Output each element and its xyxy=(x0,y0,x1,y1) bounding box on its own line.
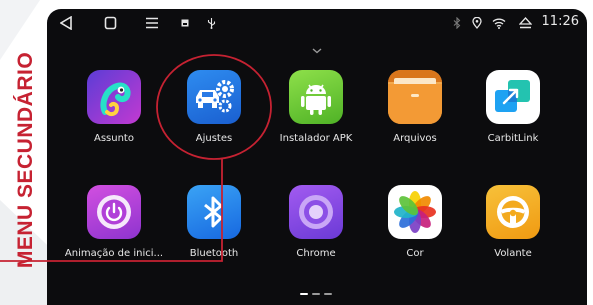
app-label: Assunto xyxy=(94,133,134,144)
device-screen: 11:26 Assunto Ajustes Instalador APK Arq… xyxy=(47,9,587,305)
carbitlink-icon xyxy=(486,70,540,124)
app-label: Animação de inici... xyxy=(64,248,164,259)
page-dot-active xyxy=(300,293,308,295)
wifi-icon xyxy=(491,13,507,33)
app-assunto[interactable]: Assunto xyxy=(67,70,157,180)
back-icon[interactable] xyxy=(57,13,75,33)
side-label: MENU SECUNDÁRIO xyxy=(14,51,37,269)
app-label: Arquivos xyxy=(393,133,437,144)
app-volante[interactable]: Volante xyxy=(466,185,556,295)
app-label: Chrome xyxy=(296,248,336,259)
usb-icon xyxy=(205,13,217,33)
car-settings-icon xyxy=(187,70,241,124)
app-instalador-apk[interactable]: Instalador APK xyxy=(269,70,359,180)
page-dot xyxy=(312,293,320,295)
app-label: Ajustes xyxy=(195,133,233,144)
chevron-down-icon[interactable] xyxy=(309,46,325,56)
app-label: Cor xyxy=(406,248,424,259)
chameleon-icon xyxy=(87,70,141,124)
eject-icon[interactable] xyxy=(517,13,533,33)
chrome-icon xyxy=(289,185,343,239)
menu-icon[interactable] xyxy=(143,13,161,33)
page-indicator xyxy=(300,293,340,297)
app-cor[interactable]: Cor xyxy=(368,185,458,295)
color-flower-icon xyxy=(388,185,442,239)
app-carbitlink[interactable]: CarbitLink xyxy=(466,70,556,180)
location-icon xyxy=(470,13,484,33)
home-icon[interactable] xyxy=(101,13,119,33)
power-icon xyxy=(87,185,141,239)
app-chrome[interactable]: Chrome xyxy=(269,185,359,295)
app-label: Instalador APK xyxy=(279,133,353,144)
app-label: Bluetooth xyxy=(189,248,239,259)
app-bluetooth[interactable]: Bluetooth xyxy=(167,185,257,295)
folder-icon xyxy=(388,70,442,124)
app-ajustes[interactable]: Ajustes xyxy=(167,70,257,180)
image-notification-icon xyxy=(179,13,191,33)
app-label: Volante xyxy=(494,248,532,259)
status-bar: 11:26 xyxy=(47,9,587,37)
app-animacao-de-inicio[interactable]: Animação de inici... xyxy=(65,185,163,295)
steering-wheel-icon xyxy=(486,185,540,239)
status-time: 11:26 xyxy=(541,14,579,29)
app-label: CarbitLink xyxy=(487,133,539,144)
android-icon xyxy=(289,70,343,124)
bluetooth-icon xyxy=(187,185,241,239)
app-arquivos[interactable]: Arquivos xyxy=(368,70,458,180)
page-dot xyxy=(324,293,332,295)
bluetooth-icon xyxy=(451,13,463,33)
